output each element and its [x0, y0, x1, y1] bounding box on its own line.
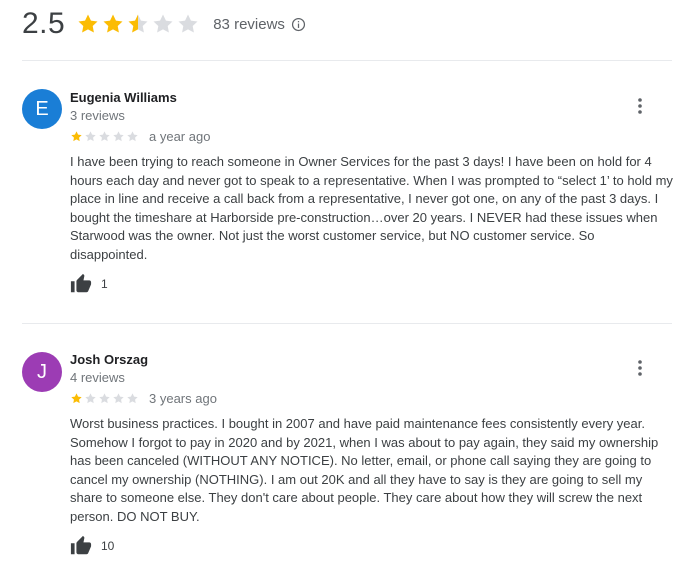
more-options-icon[interactable] — [628, 94, 652, 118]
review-stars — [70, 130, 140, 143]
avatar[interactable]: J — [22, 352, 62, 392]
review-stars — [70, 392, 140, 405]
info-icon[interactable] — [291, 17, 306, 32]
star-empty-icon — [99, 393, 110, 404]
reviewer-name[interactable]: Eugenia Williams — [70, 90, 177, 105]
star-empty-icon — [85, 131, 96, 142]
thumbs-up-icon — [70, 273, 92, 293]
star-empty-icon — [127, 393, 138, 404]
reviewer-review-count: 3 reviews — [70, 108, 125, 123]
star-filled-icon — [71, 131, 82, 142]
review-date: 3 years ago — [149, 391, 217, 406]
review-count[interactable]: 83 reviews — [213, 16, 285, 33]
star-empty-icon — [113, 393, 124, 404]
review-text: Worst business practices. I bought in 20… — [70, 416, 659, 524]
star-empty-icon — [99, 131, 110, 142]
star-empty-icon — [153, 14, 173, 33]
like-count: 10 — [101, 539, 115, 553]
reviewer-name[interactable]: Josh Orszag — [70, 352, 148, 367]
more-options-icon[interactable] — [628, 356, 652, 380]
average-rating-stars — [76, 12, 201, 36]
like-count: 1 — [101, 277, 108, 291]
reviewer-review-count: 4 reviews — [70, 370, 125, 385]
star-empty-icon — [127, 131, 138, 142]
star-empty-icon — [178, 14, 198, 33]
star-empty-icon — [113, 131, 124, 142]
review-date: a year ago — [149, 129, 211, 144]
review-text: I have been trying to reach someone in O… — [70, 154, 673, 262]
star-empty-icon — [85, 393, 96, 404]
star-filled-icon — [103, 14, 123, 33]
review-rating: a year ago — [70, 129, 210, 144]
like-button[interactable]: 1 — [70, 273, 108, 295]
star-filled-icon — [78, 14, 98, 33]
star-half-icon — [128, 14, 148, 33]
average-rating: 2.5 — [22, 7, 66, 40]
like-button[interactable]: 10 — [70, 535, 114, 557]
divider — [22, 323, 672, 324]
star-filled-icon — [71, 393, 82, 404]
divider — [22, 60, 672, 61]
review-rating: 3 years ago — [70, 391, 217, 406]
rating-summary: 2.5 83 reviews — [22, 4, 306, 44]
avatar[interactable]: E — [22, 89, 62, 129]
thumbs-up-icon — [70, 535, 92, 555]
